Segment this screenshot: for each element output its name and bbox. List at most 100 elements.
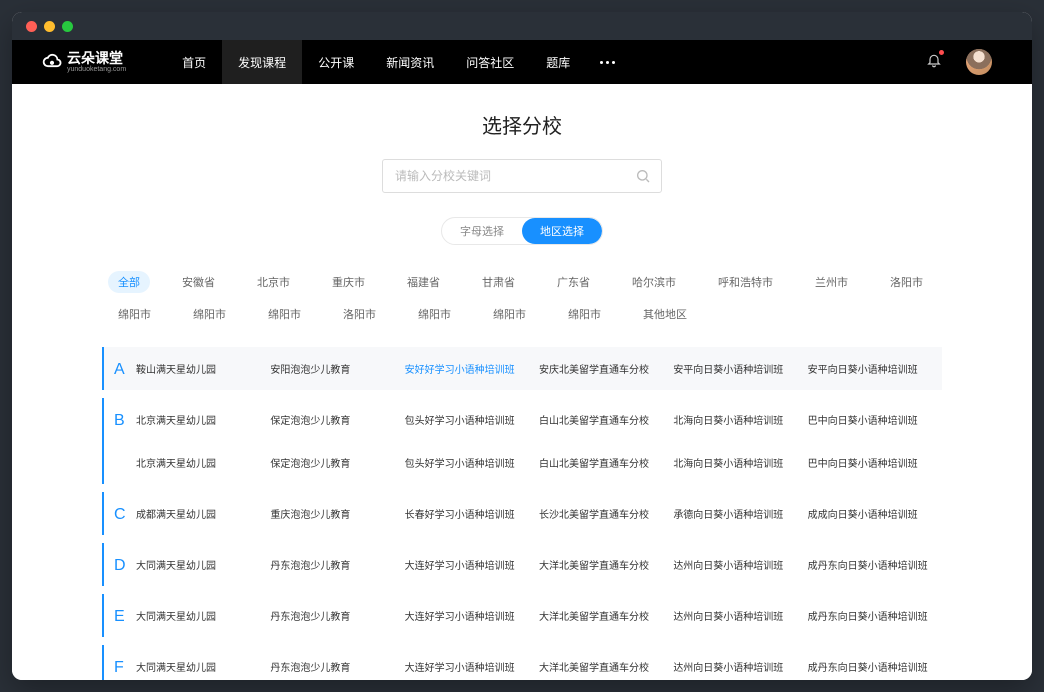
logo[interactable]: 云朵课堂 yunduoketang.com — [42, 51, 126, 73]
nav-item[interactable]: 公开课 — [302, 40, 370, 84]
school-item[interactable]: 大洋北美留学直通车分校 — [539, 557, 673, 572]
school-item[interactable]: 大连好学习小语种培训班 — [405, 659, 539, 674]
nav-item[interactable]: 发现课程 — [222, 40, 302, 84]
school-item[interactable]: 丹东泡泡少儿教育 — [270, 608, 404, 623]
toggle-option[interactable]: 字母选择 — [442, 218, 522, 244]
region-tag[interactable]: 全部 — [108, 271, 150, 293]
main-nav: 首页发现课程公开课新闻资讯问答社区题库 — [166, 40, 586, 84]
region-tag[interactable]: 重庆市 — [322, 271, 375, 293]
school-item[interactable]: 北海向日葵小语种培训班 — [673, 455, 807, 470]
school-item[interactable]: 成成向日葵小语种培训班 — [808, 506, 942, 521]
school-item[interactable]: 成丹东向日葵小语种培训班 — [808, 557, 942, 572]
school-rows: 鞍山满天星幼儿园安阳泡泡少儿教育安好好学习小语种培训班安庆北美留学直通车分校安平… — [136, 347, 942, 390]
school-item[interactable]: 保定泡泡少儿教育 — [270, 412, 404, 427]
school-item[interactable]: 包头好学习小语种培训班 — [405, 412, 539, 427]
school-item[interactable]: 巴中向日葵小语种培训班 — [808, 412, 942, 427]
nav-item[interactable]: 新闻资讯 — [370, 40, 450, 84]
school-item[interactable]: 成都满天星幼儿园 — [136, 506, 270, 521]
region-tag[interactable]: 哈尔滨市 — [622, 271, 686, 293]
app-window: 云朵课堂 yunduoketang.com 首页发现课程公开课新闻资讯问答社区题… — [12, 12, 1032, 680]
school-item[interactable]: 安好好学习小语种培训班 — [405, 361, 539, 376]
letter-label: B — [104, 398, 136, 484]
region-tag[interactable]: 呼和浩特市 — [708, 271, 783, 293]
letter-section: C成都满天星幼儿园重庆泡泡少儿教育长春好学习小语种培训班长沙北美留学直通车分校承… — [102, 492, 942, 535]
letter-section: A鞍山满天星幼儿园安阳泡泡少儿教育安好好学习小语种培训班安庆北美留学直通车分校安… — [102, 347, 942, 390]
school-item[interactable]: 安平向日葵小语种培训班 — [808, 361, 942, 376]
search-icon — [635, 168, 651, 184]
region-tag[interactable]: 兰州市 — [805, 271, 858, 293]
toggle-option[interactable]: 地区选择 — [522, 218, 602, 244]
school-item[interactable]: 长春好学习小语种培训班 — [405, 506, 539, 521]
nav-item[interactable]: 题库 — [530, 40, 586, 84]
school-item[interactable]: 北京满天星幼儿园 — [136, 455, 270, 470]
region-tag[interactable]: 洛阳市 — [880, 271, 933, 293]
letter-label: E — [104, 594, 136, 637]
school-item[interactable]: 安庆北美留学直通车分校 — [539, 361, 673, 376]
school-rows: 北京满天星幼儿园保定泡泡少儿教育包头好学习小语种培训班白山北美留学直通车分校北海… — [136, 398, 942, 484]
school-item[interactable]: 达州向日葵小语种培训班 — [673, 608, 807, 623]
school-item[interactable]: 大洋北美留学直通车分校 — [539, 608, 673, 623]
region-tag[interactable]: 绵阳市 — [108, 303, 161, 325]
logo-subtitle: yunduoketang.com — [67, 66, 126, 73]
maximize-window-button[interactable] — [62, 21, 73, 32]
school-item[interactable]: 大连好学习小语种培训班 — [405, 557, 539, 572]
school-item[interactable]: 巴中向日葵小语种培训班 — [808, 455, 942, 470]
notification-badge — [939, 50, 944, 55]
avatar[interactable] — [966, 49, 992, 75]
cloud-icon — [42, 52, 62, 72]
region-tag[interactable]: 广东省 — [547, 271, 600, 293]
school-rows: 大同满天星幼儿园丹东泡泡少儿教育大连好学习小语种培训班大洋北美留学直通车分校达州… — [136, 543, 942, 586]
minimize-window-button[interactable] — [44, 21, 55, 32]
school-item[interactable]: 大洋北美留学直通车分校 — [539, 659, 673, 674]
filter-toggle: 字母选择地区选择 — [441, 217, 603, 245]
school-item[interactable]: 大同满天星幼儿园 — [136, 608, 270, 623]
school-item[interactable]: 安阳泡泡少儿教育 — [270, 361, 404, 376]
region-tag[interactable]: 绵阳市 — [258, 303, 311, 325]
school-item[interactable]: 大同满天星幼儿园 — [136, 659, 270, 674]
school-row: 北京满天星幼儿园保定泡泡少儿教育包头好学习小语种培训班白山北美留学直通车分校北海… — [136, 398, 942, 441]
school-item[interactable]: 包头好学习小语种培训班 — [405, 455, 539, 470]
letter-label: F — [104, 645, 136, 680]
nav-item[interactable]: 问答社区 — [450, 40, 530, 84]
school-item[interactable]: 达州向日葵小语种培训班 — [673, 557, 807, 572]
region-tag[interactable]: 绵阳市 — [483, 303, 536, 325]
school-item[interactable]: 白山北美留学直通车分校 — [539, 412, 673, 427]
region-tag[interactable]: 绵阳市 — [183, 303, 236, 325]
region-tag[interactable]: 安徽省 — [172, 271, 225, 293]
region-tag[interactable]: 北京市 — [247, 271, 300, 293]
school-item[interactable]: 白山北美留学直通车分校 — [539, 455, 673, 470]
school-item[interactable]: 保定泡泡少儿教育 — [270, 455, 404, 470]
region-tag[interactable]: 其他地区 — [633, 303, 697, 325]
nav-item[interactable]: 首页 — [166, 40, 222, 84]
region-tag[interactable]: 甘肃省 — [472, 271, 525, 293]
school-item[interactable]: 北京满天星幼儿园 — [136, 412, 270, 427]
school-item[interactable]: 安平向日葵小语种培训班 — [673, 361, 807, 376]
school-item[interactable]: 成丹东向日葵小语种培训班 — [808, 659, 942, 674]
region-tag[interactable]: 洛阳市 — [333, 303, 386, 325]
region-tag[interactable]: 绵阳市 — [408, 303, 461, 325]
school-item[interactable]: 丹东泡泡少儿教育 — [270, 557, 404, 572]
school-item[interactable]: 长沙北美留学直通车分校 — [539, 506, 673, 521]
school-sections: A鞍山满天星幼儿园安阳泡泡少儿教育安好好学习小语种培训班安庆北美留学直通车分校安… — [102, 347, 942, 680]
school-item[interactable]: 达州向日葵小语种培训班 — [673, 659, 807, 674]
school-item[interactable]: 成丹东向日葵小语种培训班 — [808, 608, 942, 623]
notifications-button[interactable] — [926, 52, 942, 73]
header: 云朵课堂 yunduoketang.com 首页发现课程公开课新闻资讯问答社区题… — [12, 40, 1032, 84]
school-item[interactable]: 丹东泡泡少儿教育 — [270, 659, 404, 674]
school-item[interactable]: 鞍山满天星幼儿园 — [136, 361, 270, 376]
more-menu-button[interactable] — [586, 61, 629, 64]
school-item[interactable]: 重庆泡泡少儿教育 — [270, 506, 404, 521]
content: 选择分校 字母选择地区选择 全部安徽省北京市重庆市福建省甘肃省广东省哈尔滨市呼和… — [12, 84, 1032, 680]
letter-label: A — [104, 347, 136, 390]
school-item[interactable]: 大同满天星幼儿园 — [136, 557, 270, 572]
school-row: 北京满天星幼儿园保定泡泡少儿教育包头好学习小语种培训班白山北美留学直通车分校北海… — [136, 441, 942, 484]
search-button[interactable] — [625, 160, 661, 192]
school-item[interactable]: 北海向日葵小语种培训班 — [673, 412, 807, 427]
region-tag[interactable]: 福建省 — [397, 271, 450, 293]
school-item[interactable]: 大连好学习小语种培训班 — [405, 608, 539, 623]
region-tag[interactable]: 绵阳市 — [558, 303, 611, 325]
close-window-button[interactable] — [26, 21, 37, 32]
logo-text: 云朵课堂 — [67, 51, 126, 65]
search-input[interactable] — [395, 169, 625, 183]
school-item[interactable]: 承德向日葵小语种培训班 — [673, 506, 807, 521]
